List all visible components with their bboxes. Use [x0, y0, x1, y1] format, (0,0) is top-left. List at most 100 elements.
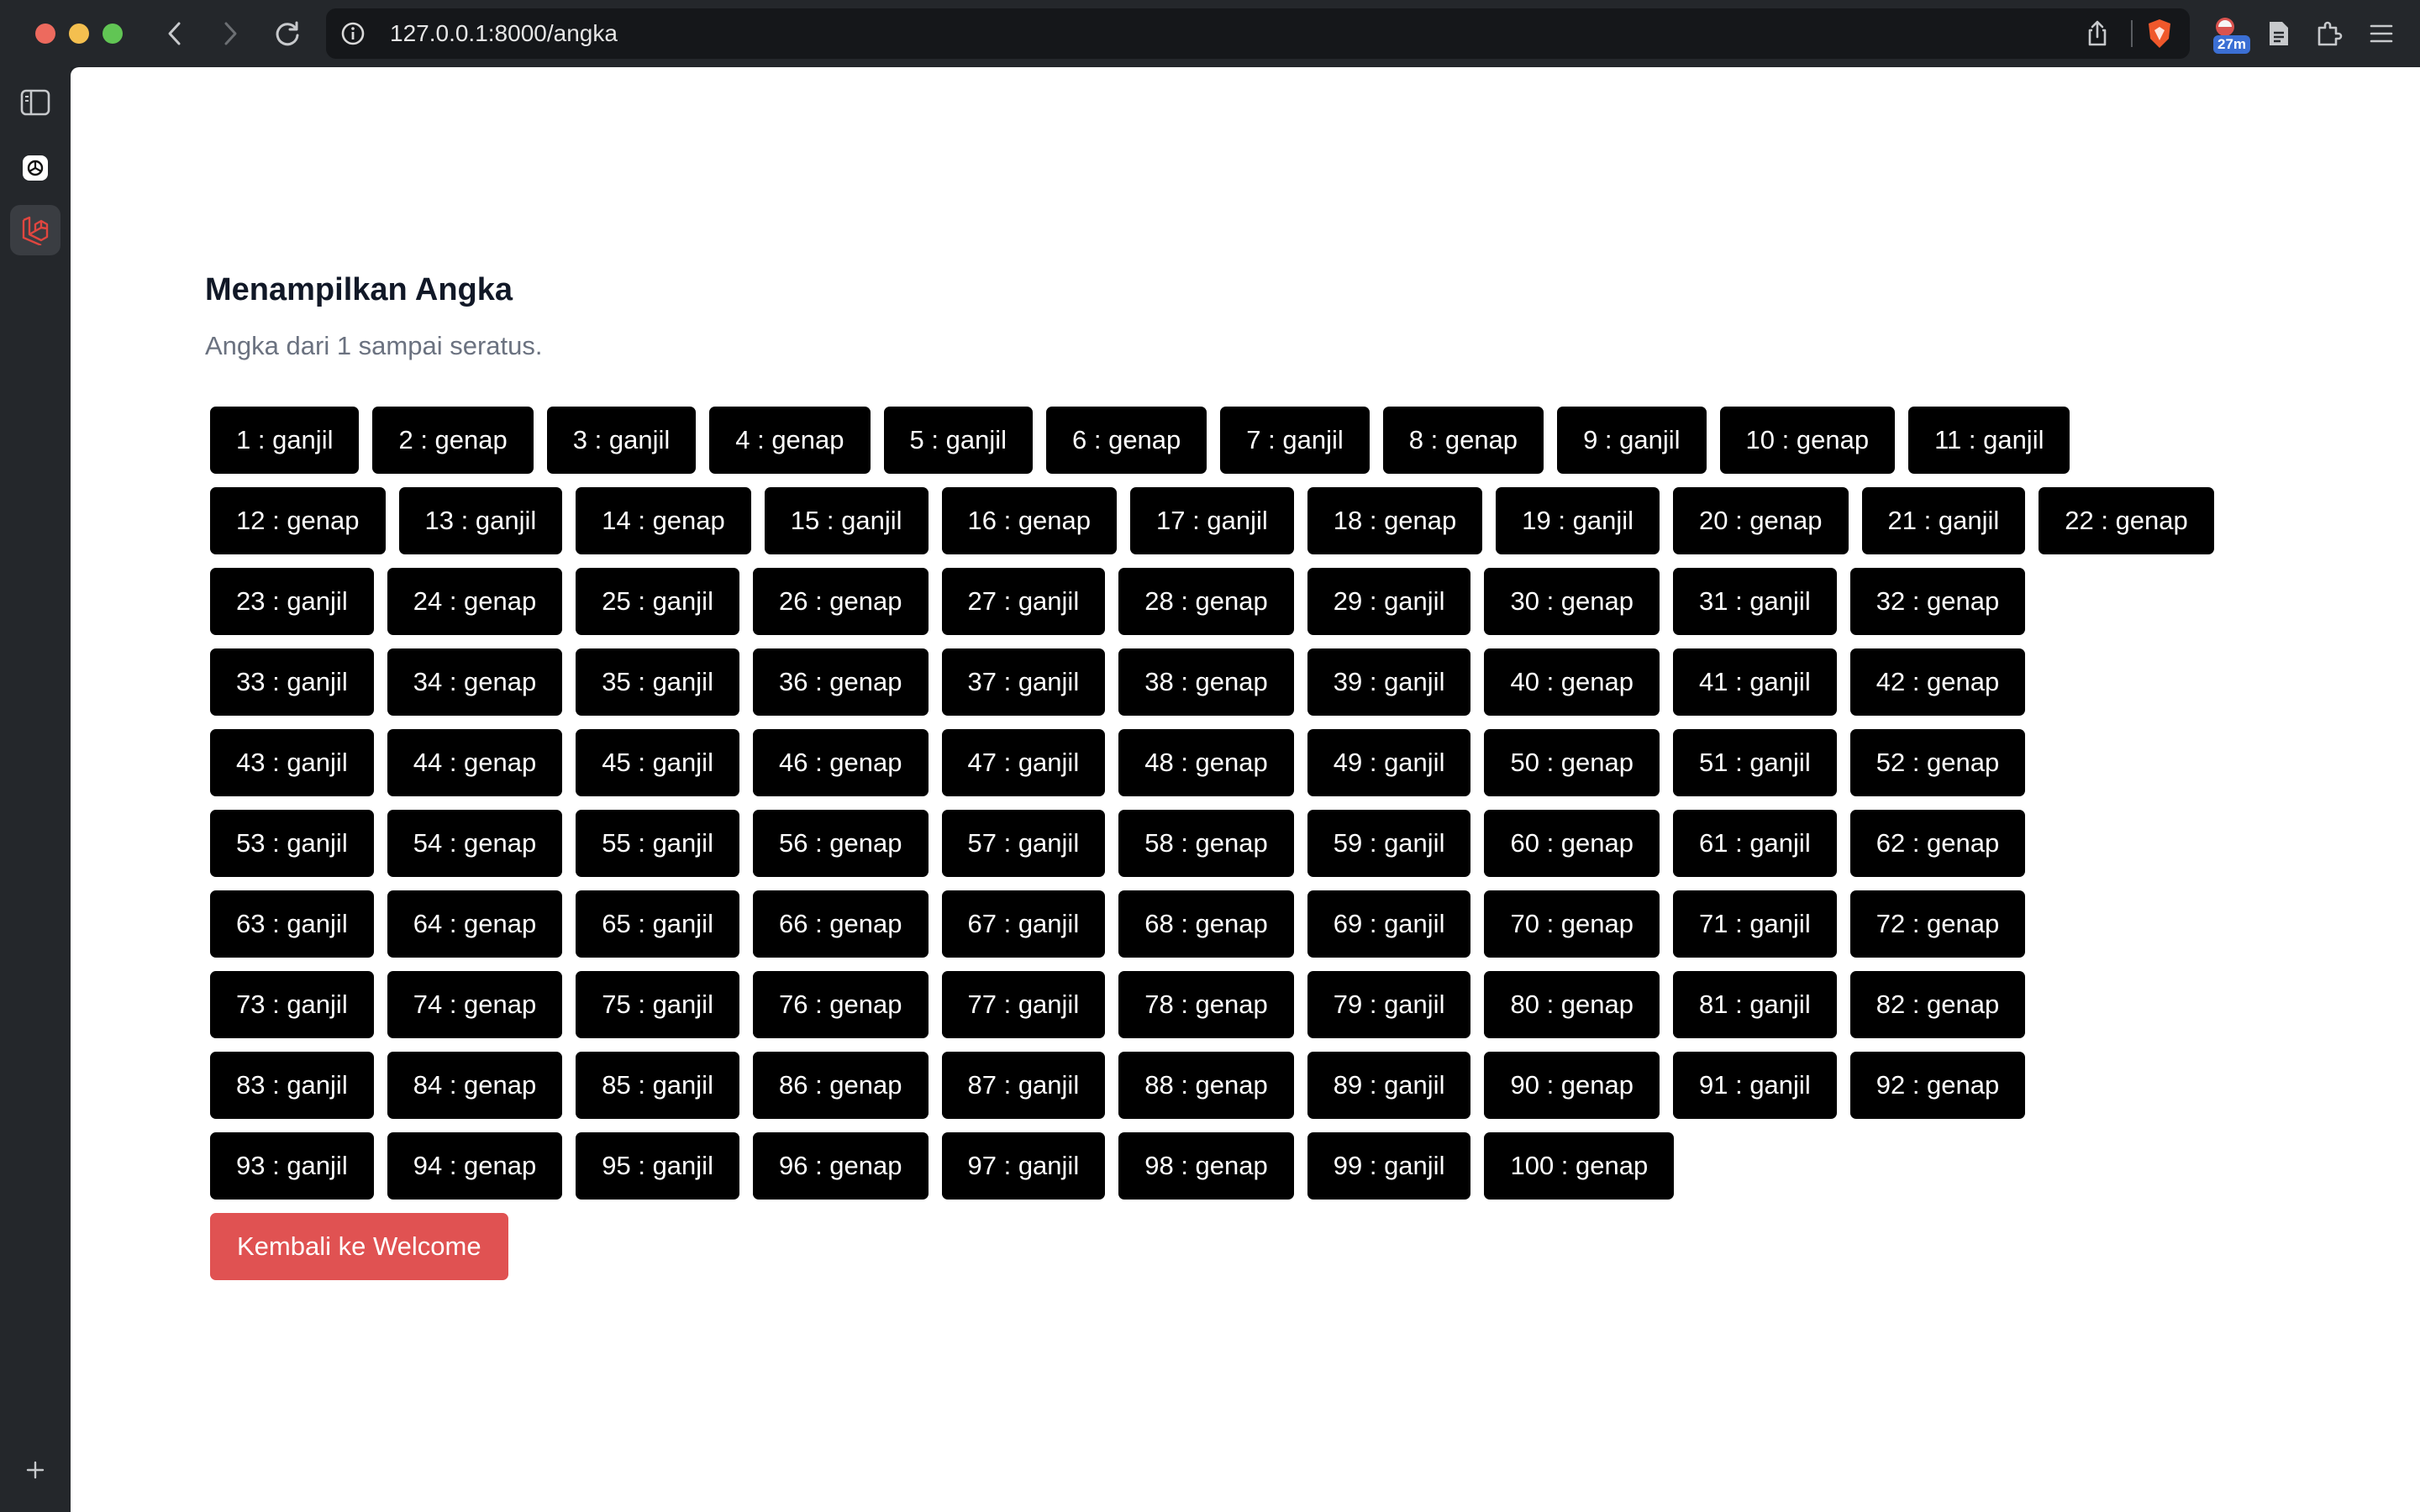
number-button[interactable]: 91 : ganjil [1673, 1052, 1837, 1119]
number-button[interactable]: 61 : ganjil [1673, 810, 1837, 877]
number-button[interactable]: 58 : genap [1118, 810, 1294, 877]
number-button[interactable]: 23 : ganjil [210, 568, 374, 635]
number-button[interactable]: 41 : ganjil [1673, 648, 1837, 716]
number-button[interactable]: 6 : genap [1046, 407, 1207, 474]
number-button[interactable]: 16 : genap [941, 487, 1118, 554]
number-button[interactable]: 32 : genap [1849, 568, 2026, 635]
number-button[interactable]: 87 : ganjil [941, 1052, 1106, 1119]
number-button[interactable]: 52 : genap [1849, 729, 2026, 796]
number-button[interactable]: 9 : ganjil [1557, 407, 1707, 474]
number-button[interactable]: 67 : ganjil [941, 890, 1106, 958]
number-button[interactable]: 15 : ganjil [764, 487, 929, 554]
number-button[interactable]: 90 : genap [1484, 1052, 1660, 1119]
number-button[interactable]: 60 : genap [1484, 810, 1660, 877]
number-button[interactable]: 25 : ganjil [576, 568, 739, 635]
sidebar-toggle-button[interactable] [10, 77, 60, 128]
number-button[interactable]: 11 : ganjil [1908, 407, 2070, 474]
reader-button[interactable] [2259, 13, 2299, 54]
number-button[interactable]: 45 : ganjil [576, 729, 739, 796]
number-button[interactable]: 49 : ganjil [1307, 729, 1471, 796]
number-button[interactable]: 86 : genap [752, 1052, 929, 1119]
number-button[interactable]: 70 : genap [1484, 890, 1660, 958]
number-button[interactable]: 13 : ganjil [398, 487, 563, 554]
number-button[interactable]: 50 : genap [1484, 729, 1660, 796]
number-button[interactable]: 56 : genap [752, 810, 929, 877]
number-button[interactable]: 43 : ganjil [210, 729, 374, 796]
number-button[interactable]: 71 : ganjil [1673, 890, 1837, 958]
number-button[interactable]: 53 : ganjil [210, 810, 374, 877]
back-button[interactable] [156, 17, 193, 50]
number-button[interactable]: 48 : genap [1118, 729, 1294, 796]
number-button[interactable]: 38 : genap [1118, 648, 1294, 716]
number-button[interactable]: 36 : genap [752, 648, 929, 716]
number-button[interactable]: 17 : ganjil [1130, 487, 1294, 554]
number-button[interactable]: 100 : genap [1484, 1132, 1675, 1200]
number-button[interactable]: 57 : ganjil [941, 810, 1106, 877]
number-button[interactable]: 14 : genap [576, 487, 751, 554]
number-button[interactable]: 80 : genap [1484, 971, 1660, 1038]
number-button[interactable]: 96 : genap [752, 1132, 929, 1200]
number-button[interactable]: 65 : ganjil [576, 890, 739, 958]
number-button[interactable]: 39 : ganjil [1307, 648, 1471, 716]
number-button[interactable]: 63 : ganjil [210, 890, 374, 958]
number-button[interactable]: 27 : ganjil [941, 568, 1106, 635]
sidebar-item-laravel[interactable] [10, 205, 60, 255]
number-button[interactable]: 5 : ganjil [883, 407, 1033, 474]
number-button[interactable]: 79 : ganjil [1307, 971, 1471, 1038]
reload-button[interactable] [269, 17, 306, 50]
number-button[interactable]: 75 : ganjil [576, 971, 739, 1038]
number-button[interactable]: 7 : ganjil [1220, 407, 1370, 474]
number-button[interactable]: 77 : ganjil [941, 971, 1106, 1038]
sidebar-item-openai[interactable] [10, 143, 60, 193]
site-info-icon[interactable] [339, 20, 366, 47]
number-button[interactable]: 59 : ganjil [1307, 810, 1471, 877]
number-button[interactable]: 24 : genap [387, 568, 563, 635]
number-button[interactable]: 81 : ganjil [1673, 971, 1837, 1038]
number-button[interactable]: 47 : ganjil [941, 729, 1106, 796]
number-button[interactable]: 12 : genap [210, 487, 386, 554]
number-button[interactable]: 42 : genap [1849, 648, 2026, 716]
share-icon[interactable] [2082, 18, 2112, 49]
number-button[interactable]: 19 : ganjil [1496, 487, 1660, 554]
window-close-button[interactable] [35, 24, 55, 44]
number-button[interactable]: 95 : ganjil [576, 1132, 739, 1200]
number-button[interactable]: 78 : genap [1118, 971, 1294, 1038]
number-button[interactable]: 98 : genap [1118, 1132, 1294, 1200]
number-button[interactable]: 44 : genap [387, 729, 563, 796]
number-button[interactable]: 46 : genap [752, 729, 929, 796]
number-button[interactable]: 89 : ganjil [1307, 1052, 1471, 1119]
menu-button[interactable] [2361, 13, 2402, 54]
number-button[interactable]: 22 : genap [2039, 487, 2214, 554]
forward-button[interactable] [212, 17, 249, 50]
number-button[interactable]: 18 : genap [1307, 487, 1483, 554]
number-button[interactable]: 37 : ganjil [941, 648, 1106, 716]
url-text[interactable]: 127.0.0.1:8000/angka [390, 8, 618, 59]
number-button[interactable]: 1 : ganjil [210, 407, 360, 474]
window-maximize-button[interactable] [103, 24, 123, 44]
number-button[interactable]: 82 : genap [1849, 971, 2026, 1038]
number-button[interactable]: 88 : genap [1118, 1052, 1294, 1119]
number-button[interactable]: 34 : genap [387, 648, 563, 716]
number-button[interactable]: 55 : ganjil [576, 810, 739, 877]
number-button[interactable]: 2 : genap [372, 407, 534, 474]
window-minimize-button[interactable] [69, 24, 89, 44]
brave-shield-icon[interactable] [2143, 17, 2176, 50]
number-button[interactable]: 76 : genap [752, 971, 929, 1038]
number-button[interactable]: 83 : ganjil [210, 1052, 374, 1119]
number-button[interactable]: 31 : ganjil [1673, 568, 1837, 635]
number-button[interactable]: 84 : genap [387, 1052, 563, 1119]
number-button[interactable]: 94 : genap [387, 1132, 563, 1200]
number-button[interactable]: 51 : ganjil [1673, 729, 1837, 796]
number-button[interactable]: 93 : ganjil [210, 1132, 374, 1200]
number-button[interactable]: 28 : genap [1118, 568, 1294, 635]
number-button[interactable]: 62 : genap [1849, 810, 2026, 877]
number-button[interactable]: 20 : genap [1673, 487, 1849, 554]
extensions-button[interactable] [2309, 13, 2349, 54]
number-button[interactable]: 92 : genap [1849, 1052, 2026, 1119]
number-button[interactable]: 21 : ganjil [1861, 487, 2026, 554]
address-bar[interactable]: 127.0.0.1:8000/angka [326, 8, 2190, 59]
back-to-welcome-button[interactable]: Kembali ke Welcome [210, 1213, 508, 1280]
number-button[interactable]: 29 : ganjil [1307, 568, 1471, 635]
number-button[interactable]: 26 : genap [752, 568, 929, 635]
number-button[interactable]: 8 : genap [1382, 407, 1544, 474]
